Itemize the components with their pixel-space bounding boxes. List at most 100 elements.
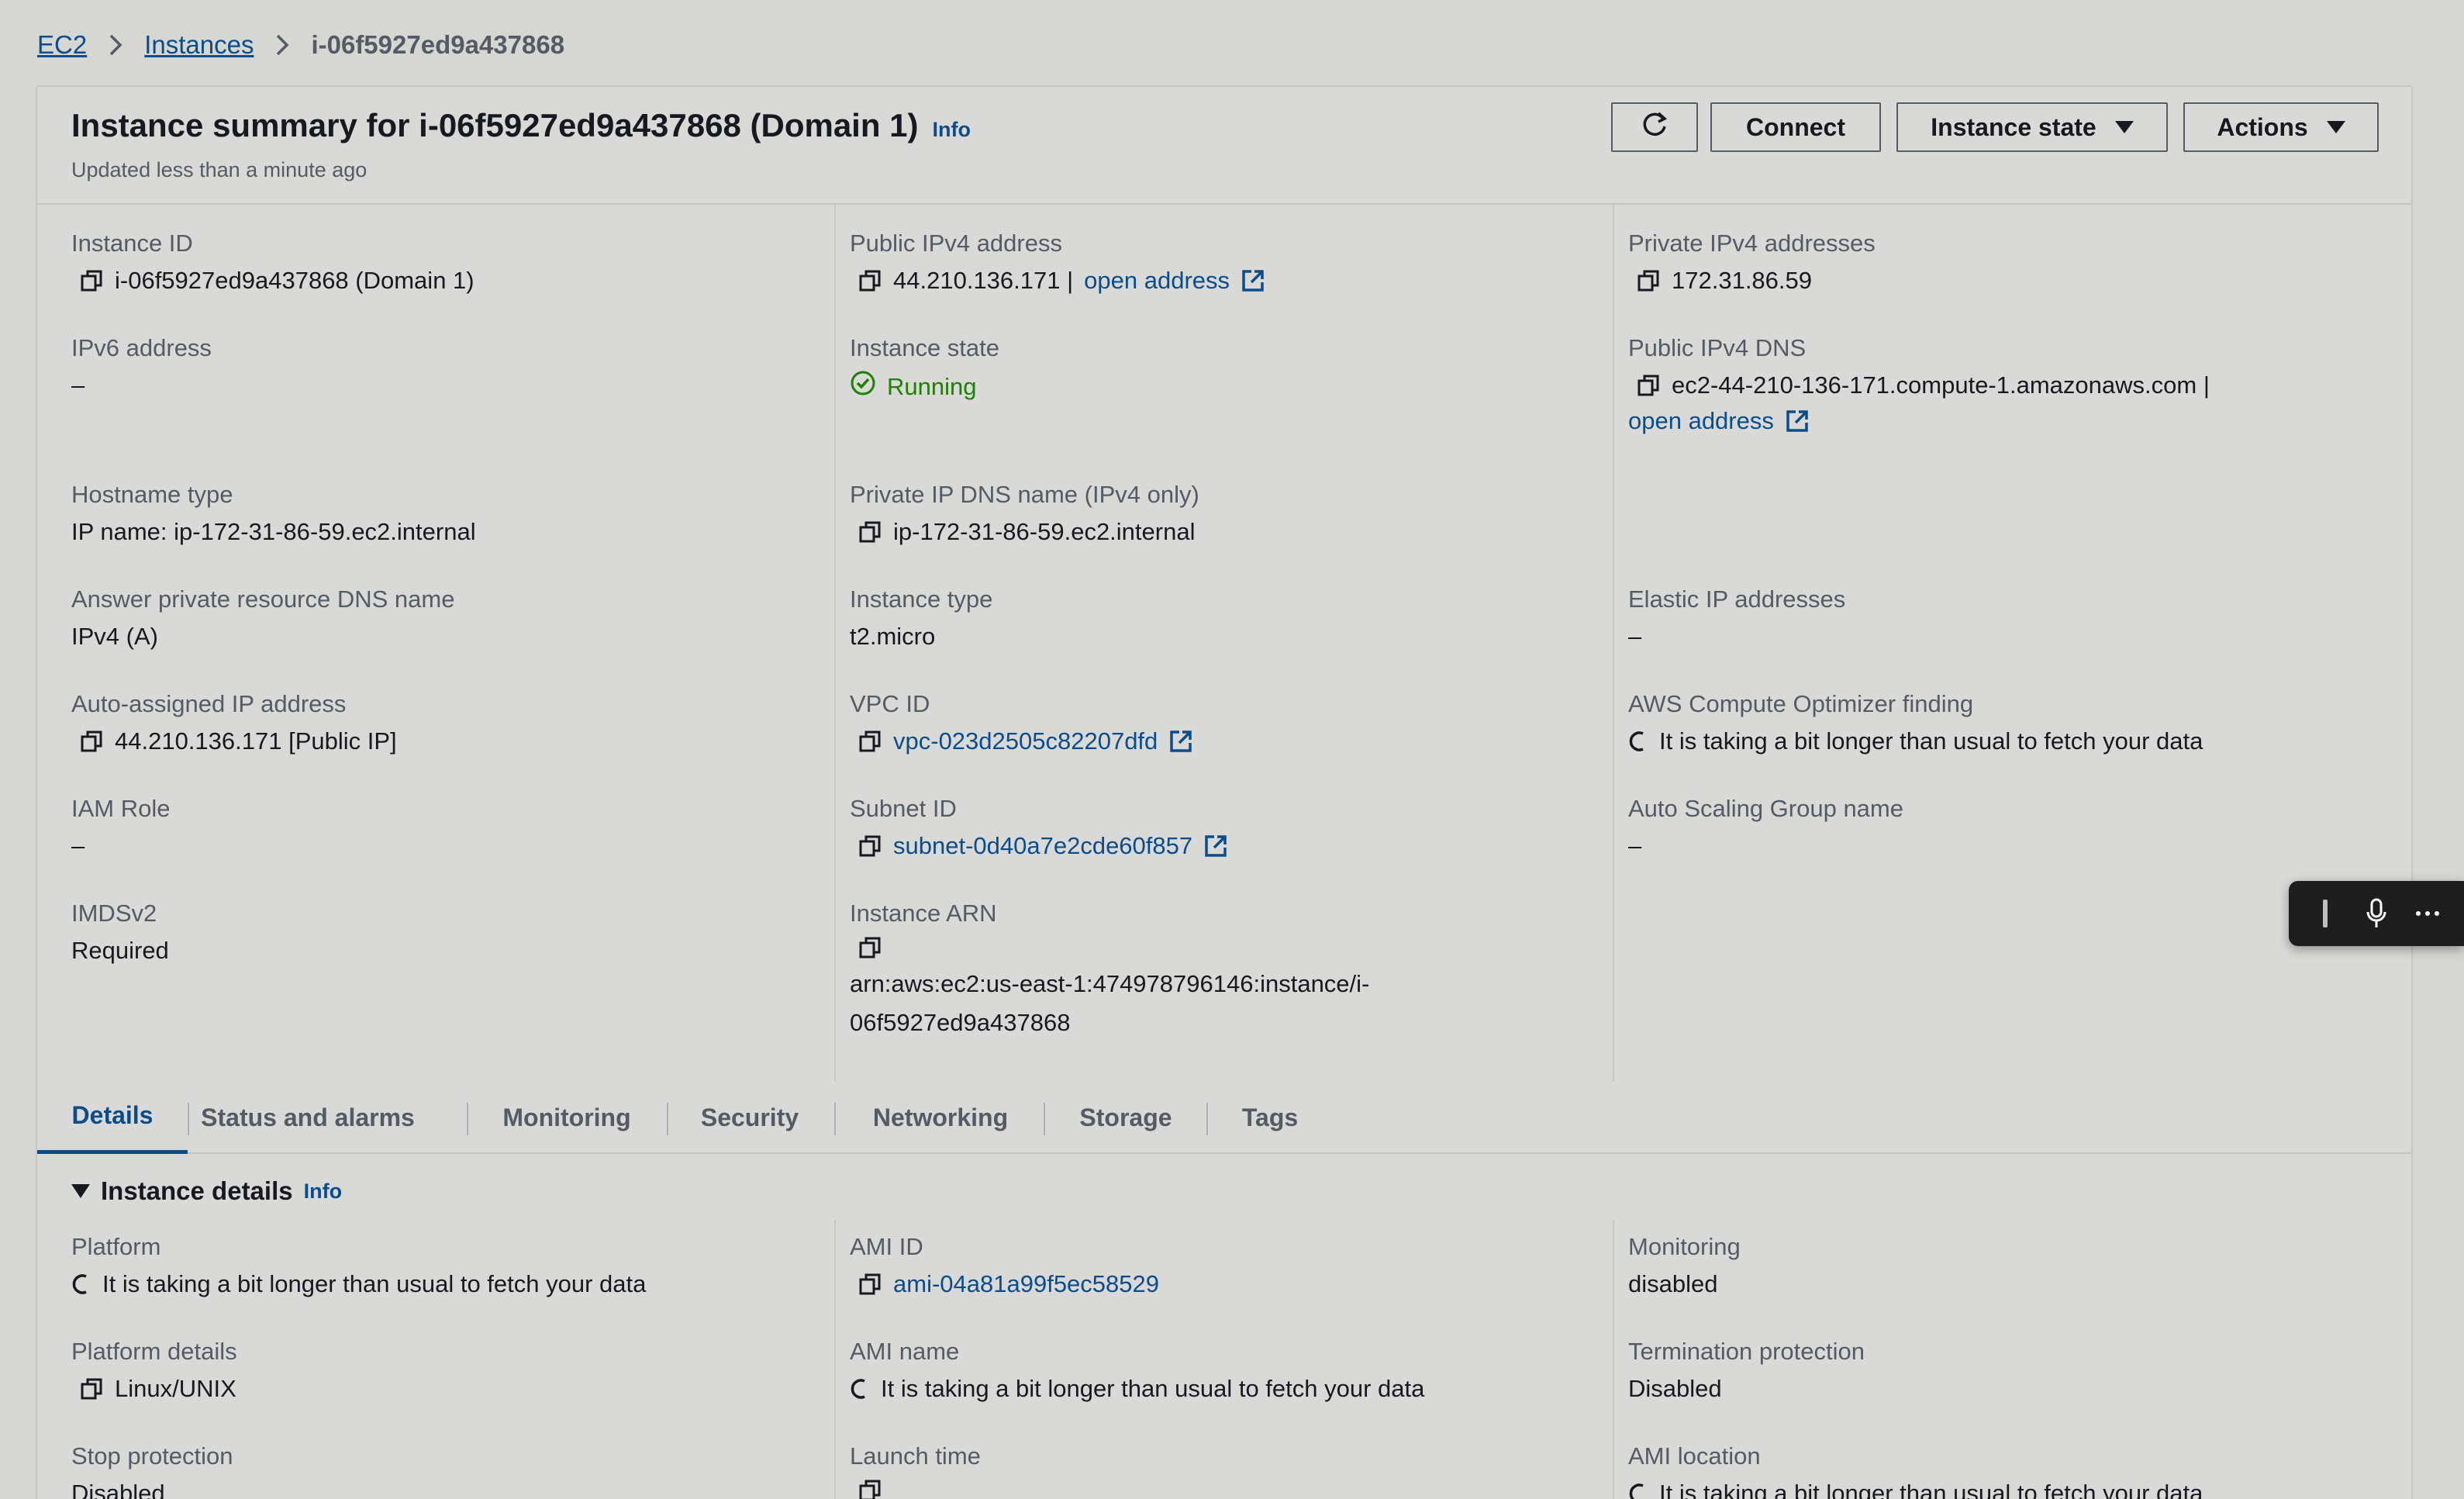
copy-icon[interactable]	[79, 1376, 104, 1401]
refresh-button[interactable]	[1611, 102, 1698, 152]
public-dns-value: ec2-44-210-136-171.compute-1.amazonaws.c…	[1672, 371, 2210, 399]
field-label: Elastic IP addresses	[1628, 585, 1846, 613]
answer-dns-value: IPv4 (A)	[71, 623, 158, 650]
field-label: Subnet ID	[850, 795, 957, 822]
copy-icon[interactable]	[858, 1478, 882, 1499]
tab-status-and-alarms[interactable]: Status and alarms	[189, 1081, 426, 1154]
iam-role-value: –	[71, 832, 85, 859]
field-label: AMI name	[850, 1338, 960, 1365]
tab-security[interactable]: Security	[668, 1081, 831, 1154]
copy-icon[interactable]	[858, 935, 882, 960]
field-subnet-id: Subnet ID subnet-0d40a7e2cde60f857	[850, 793, 1228, 862]
connect-button[interactable]: Connect	[1710, 102, 1881, 152]
actions-label: Actions	[2217, 112, 2308, 141]
info-link[interactable]: Info	[304, 1180, 342, 1204]
chevron-right-icon	[272, 33, 292, 57]
field-label: Instance ARN	[850, 900, 997, 927]
hostname-type-value: IP name: ip-172-31-86-59.ec2.internal	[71, 518, 476, 545]
external-link-icon[interactable]	[1203, 834, 1228, 858]
copy-icon[interactable]	[79, 729, 104, 754]
tab-monitoring[interactable]: Monitoring	[468, 1081, 665, 1154]
field-value	[850, 1478, 981, 1499]
actions-button[interactable]: Actions	[2183, 102, 2379, 152]
field-label: Answer private resource DNS name	[71, 585, 455, 613]
copy-icon[interactable]	[858, 729, 882, 754]
field-label: Launch time	[850, 1442, 981, 1470]
field-label: Private IP DNS name (IPv4 only)	[850, 481, 1199, 508]
instance-id-value: i-06f5927ed9a437868 (Domain 1)	[115, 267, 475, 294]
instance-details-header[interactable]: Instance details Info	[71, 1176, 342, 1206]
vpc-id-link[interactable]: vpc-023d2505c82207dfd	[893, 726, 1158, 757]
field-label: Platform details	[71, 1338, 237, 1365]
monitoring-value: disabled	[1628, 1270, 1718, 1297]
field-label: Platform	[71, 1233, 161, 1260]
ami-id-link[interactable]: ami-04a81a99f5ec58529	[893, 1269, 1159, 1300]
private-ipv4-value: 172.31.86.59	[1672, 267, 1813, 294]
platform-value: It is taking a bit longer than usual to …	[102, 1270, 647, 1297]
public-ipv4-value: 44.210.136.171 |	[893, 267, 1074, 294]
instance-type-value: t2.micro	[850, 623, 936, 650]
instance-summary-panel: Instance summary for i-06f5927ed9a437868…	[36, 85, 2413, 1499]
breadcrumb-instances-link[interactable]: Instances	[144, 30, 254, 60]
field-private-dns: Private IP DNS name (IPv4 only) ip-172-3…	[850, 479, 1199, 547]
instance-state-button[interactable]: Instance state	[1896, 102, 2168, 152]
field-label: Public IPv4 address	[850, 230, 1062, 257]
info-link[interactable]: Info	[933, 118, 971, 142]
subnet-id-link[interactable]: subnet-0d40a7e2cde60f857	[893, 831, 1192, 862]
column-divider	[1613, 1221, 1614, 1499]
copy-icon[interactable]	[1636, 268, 1661, 293]
copy-icon[interactable]	[858, 834, 882, 858]
copy-icon[interactable]	[858, 1272, 882, 1297]
page-title-row: Instance summary for i-06f5927ed9a437868…	[71, 107, 971, 144]
field-imdsv2: IMDSv2 Required	[71, 898, 169, 966]
caret-down-icon	[71, 1184, 90, 1198]
column-divider	[834, 205, 836, 1081]
arn-line-2: 06f5927ed9a437868	[850, 1009, 1071, 1036]
field-label: Public IPv4 DNS	[1628, 334, 1807, 361]
refresh-icon	[1640, 109, 1669, 145]
breadcrumb-ec2-link[interactable]: EC2	[37, 30, 87, 60]
drag-handle-icon[interactable]	[2307, 895, 2344, 932]
column-divider	[834, 1221, 836, 1499]
field-value: It is taking a bit longer than usual to …	[850, 1373, 1424, 1404]
open-address-link[interactable]: open address	[1084, 265, 1230, 296]
field-label: Auto Scaling Group name	[1628, 795, 1903, 822]
copy-icon[interactable]	[858, 268, 882, 293]
microphone-icon[interactable]	[2358, 895, 2395, 932]
field-ipv6: IPv6 address –	[71, 333, 212, 401]
field-label: Auto-assigned IP address	[71, 690, 347, 717]
tab-storage[interactable]: Storage	[1045, 1081, 1206, 1154]
field-label: Monitoring	[1628, 1233, 1741, 1260]
external-link-icon[interactable]	[1785, 409, 1810, 433]
tab-tags[interactable]: Tags	[1208, 1081, 1332, 1154]
open-address-link[interactable]: open address	[1628, 406, 1774, 437]
field-platform: Platform It is taking a bit longer than …	[71, 1231, 646, 1300]
field-label: AWS Compute Optimizer finding	[1628, 690, 1974, 717]
field-label: Stop protection	[71, 1442, 233, 1470]
check-circle-icon	[850, 370, 876, 404]
tab-networking[interactable]: Networking	[836, 1081, 1045, 1154]
external-link-icon[interactable]	[1241, 268, 1265, 293]
field-label: IAM Role	[71, 795, 171, 822]
field-value: subnet-0d40a7e2cde60f857	[850, 831, 1228, 862]
loading-spinner-icon	[1628, 729, 1648, 754]
caret-down-icon	[2114, 121, 2134, 133]
external-link-icon[interactable]	[1168, 729, 1193, 754]
caret-down-icon	[2326, 121, 2345, 133]
loading-spinner-icon	[850, 1376, 870, 1401]
copy-icon[interactable]	[79, 268, 104, 293]
field-stop-protection: Stop protection Disabled	[71, 1441, 233, 1499]
tab-details[interactable]: Details	[37, 1081, 188, 1154]
ami-name-value: It is taking a bit longer than usual to …	[881, 1375, 1425, 1402]
elastic-ip-value: –	[1628, 623, 1642, 650]
copy-icon[interactable]	[858, 520, 882, 544]
stop-protection-value: Disabled	[71, 1480, 165, 1499]
private-dns-value: ip-172-31-86-59.ec2.internal	[893, 518, 1196, 545]
instance-state-label: Instance state	[1931, 112, 2096, 141]
field-auto-ip: Auto-assigned IP address 44.210.136.171 …	[71, 689, 397, 757]
panel-header: Instance summary for i-06f5927ed9a437868…	[37, 87, 2411, 205]
field-answer-dns: Answer private resource DNS name IPv4 (A…	[71, 584, 454, 652]
more-options-icon[interactable]	[2409, 895, 2446, 932]
loading-spinner-icon	[71, 1272, 91, 1297]
copy-icon[interactable]	[1636, 373, 1661, 398]
